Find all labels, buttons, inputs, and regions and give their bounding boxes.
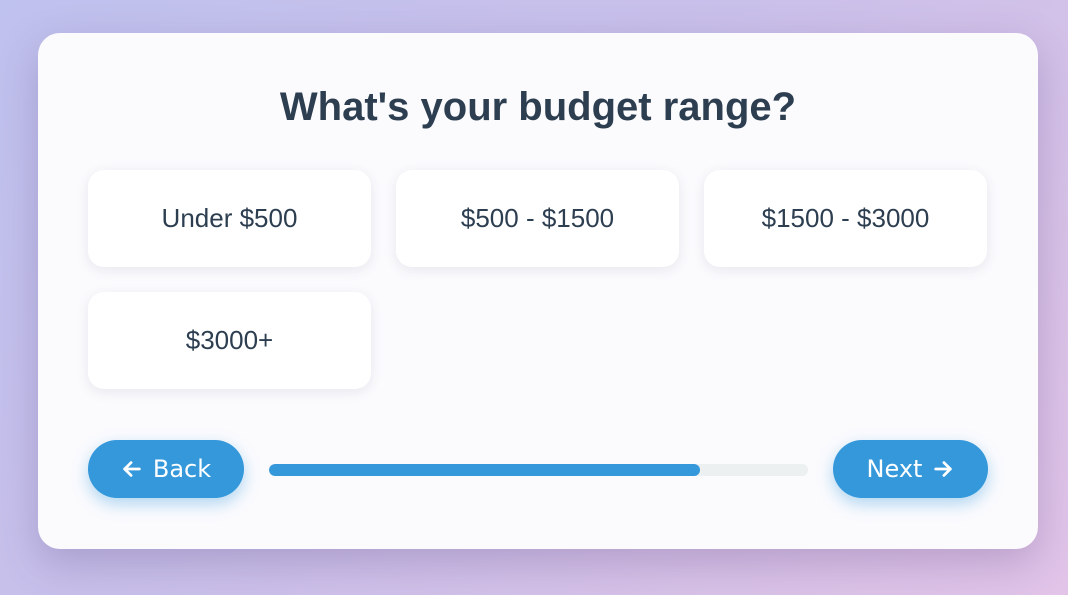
next-button[interactable]: Next <box>833 440 988 498</box>
navigation-bar: Back Next <box>88 440 988 498</box>
budget-options: Under $500 $500 - $1500 $1500 - $3000 $3… <box>88 170 988 389</box>
next-button-label: Next <box>866 455 923 483</box>
question-title: What's your budget range? <box>279 85 797 129</box>
arrow-right-icon <box>922 458 954 480</box>
progress-bar <box>269 464 808 476</box>
back-button-label: Back <box>152 455 212 483</box>
arrow-left-icon <box>121 458 153 480</box>
option-1500-3000[interactable]: $1500 - $3000 <box>704 170 987 267</box>
back-button[interactable]: Back <box>88 440 244 498</box>
quiz-card: What's your budget range? Under $500 $50… <box>38 33 1038 549</box>
option-under-500[interactable]: Under $500 <box>88 170 371 267</box>
option-500-1500[interactable]: $500 - $1500 <box>396 170 679 267</box>
progress-fill <box>269 464 701 476</box>
option-3000-plus[interactable]: $3000+ <box>88 292 371 389</box>
